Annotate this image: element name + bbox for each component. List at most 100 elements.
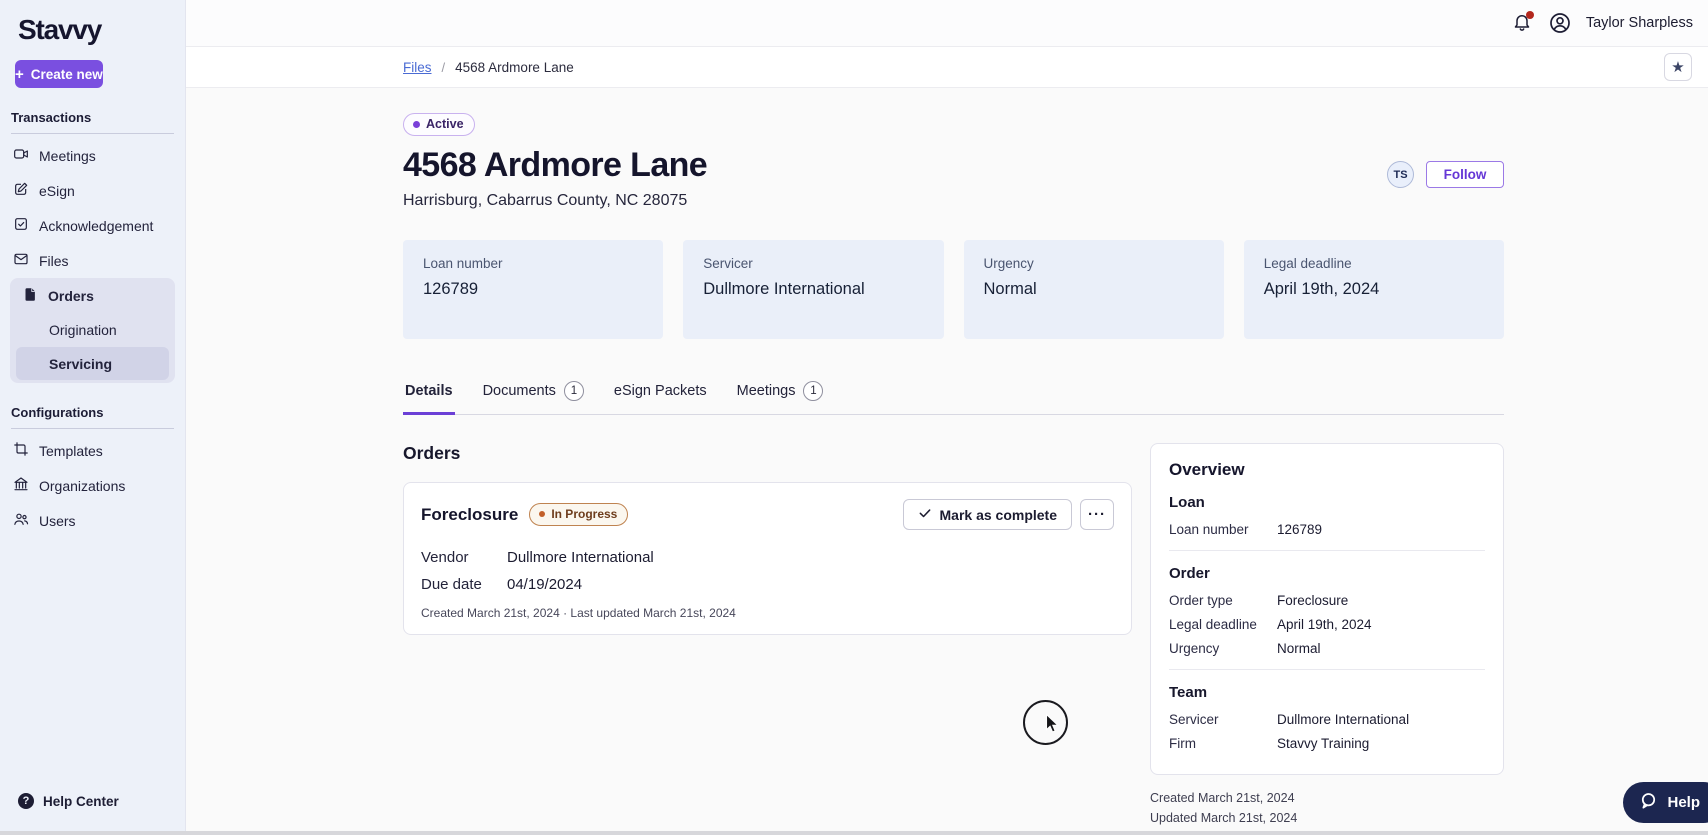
bank-building-icon <box>13 476 29 495</box>
row-label: Vendor <box>421 549 469 566</box>
checkbox-icon <box>13 216 29 235</box>
notifications-bell-icon[interactable] <box>1512 11 1534 34</box>
sidebar-item-acknowledgement[interactable]: Acknowledgement <box>0 208 185 243</box>
status-badge: Active <box>403 113 475 136</box>
file-header-right: TS Follow <box>1387 139 1504 210</box>
create-new-button[interactable]: + Create new <box>15 60 103 88</box>
tab-count-badge: 1 <box>563 381 584 401</box>
sidebar-orders-group: Orders Origination Servicing <box>10 278 175 383</box>
page-subtitle: Harrisburg, Cabarrus County, NC 28075 <box>403 192 688 209</box>
order-vendor-row: Vendor Dullmore International <box>421 549 1114 566</box>
mark-as-complete-label: Mark as complete <box>939 506 1058 523</box>
sidebar-item-files[interactable]: Files <box>0 243 185 278</box>
sidebar-item-origination[interactable]: Origination <box>10 313 175 346</box>
overview-heading: Overview <box>1169 460 1245 479</box>
divider <box>11 133 174 134</box>
help-button[interactable]: Help <box>1623 782 1708 823</box>
follower-avatar[interactable]: TS <box>1387 161 1414 188</box>
overview-section-title: Loan <box>1169 494 1205 511</box>
row-label: Order type <box>1169 593 1233 608</box>
video-camera-icon <box>13 146 29 165</box>
legal-deadline-card: Legal deadline April 19th, 2024 <box>1243 240 1504 339</box>
summary-cards: Loan number 126789 Servicer Dullmore Int… <box>403 240 1504 339</box>
loan-number-card: Loan number 126789 <box>403 240 664 339</box>
tab-documents[interactable]: Documents 1 <box>481 381 586 415</box>
sidebar-item-servicing[interactable]: Servicing <box>16 347 169 380</box>
sidebar-item-users[interactable]: Users <box>0 503 185 538</box>
configurations-heading: Configurations <box>11 405 104 420</box>
stavvy-logo: Stavvy <box>18 14 102 45</box>
card-label: Loan number <box>423 256 503 271</box>
card-value: Dullmore International <box>703 280 865 298</box>
overview-row: Urgency Normal <box>1169 641 1485 656</box>
divider <box>11 428 174 429</box>
row-value: Dullmore International <box>507 549 654 566</box>
user-name[interactable]: Taylor Sharpless <box>1586 15 1693 31</box>
tab-bar: Details Documents 1 eSign Packets Meetin… <box>403 381 1504 415</box>
row-value: 126789 <box>1277 522 1323 537</box>
order-due-date-row: Due date 04/19/2024 <box>421 576 1114 593</box>
order-status-badge: In Progress <box>529 503 629 526</box>
overview-column: Overview Loan Loan number 126789 Order O… <box>1150 443 1504 828</box>
breadcrumb-files-link[interactable]: Files <box>403 60 432 75</box>
sidebar: Stavvy + Create new Transactions Meeting… <box>0 0 186 835</box>
tab-details[interactable]: Details <box>403 381 455 415</box>
tab-meetings[interactable]: Meetings 1 <box>735 381 826 415</box>
row-label: Firm <box>1169 736 1196 751</box>
check-icon <box>918 506 932 523</box>
sidebar-item-label: Users <box>39 512 76 529</box>
row-value: Foreclosure <box>1277 593 1349 608</box>
overview-row: Legal deadline April 19th, 2024 <box>1169 617 1485 632</box>
page-content: Active 4568 Ardmore Lane Harrisburg, Cab… <box>186 88 1708 828</box>
ellipsis-icon: ··· <box>1088 506 1106 523</box>
overview-loan-section: Loan Loan number 126789 <box>1169 494 1485 537</box>
breadcrumb: Files / 4568 Ardmore Lane ★ <box>186 47 1708 88</box>
order-card-foreclosure: Foreclosure In Progress Mark as complete… <box>403 482 1132 635</box>
notification-dot <box>1525 11 1534 19</box>
card-label: Servicer <box>703 256 753 271</box>
mark-as-complete-button[interactable]: Mark as complete <box>902 499 1072 530</box>
row-label: Due date <box>421 576 482 593</box>
configurations-section: Configurations Templates Organizations U… <box>0 405 185 538</box>
sidebar-item-organizations[interactable]: Organizations <box>0 468 185 503</box>
signature-pen-icon <box>13 181 29 200</box>
sidebar-item-orders[interactable]: Orders <box>10 279 175 313</box>
row-label: Loan number <box>1169 522 1249 537</box>
servicer-card: Servicer Dullmore International <box>683 240 944 339</box>
sidebar-item-label: Acknowledgement <box>39 217 154 234</box>
transactions-heading: Transactions <box>11 110 92 125</box>
card-label: Urgency <box>983 256 1034 271</box>
tab-count-badge: 1 <box>803 381 824 401</box>
order-timestamps: Created March 21st, 2024 · Last updated … <box>421 606 736 620</box>
help-center-link[interactable]: ? Help Center <box>18 793 119 809</box>
question-mark-icon: ? <box>18 793 34 809</box>
user-avatar-icon[interactable] <box>1548 11 1572 35</box>
orders-column: Orders Foreclosure In Progress Mark as c… <box>403 443 1132 635</box>
sidebar-item-label: Templates <box>39 442 103 459</box>
overview-team-section: Team Servicer Dullmore International Fir… <box>1169 684 1485 751</box>
file-timestamps: Created March 21st, 2024 Updated March 2… <box>1150 788 1504 828</box>
overview-row: Servicer Dullmore International <box>1169 712 1485 727</box>
favorite-star-button[interactable]: ★ <box>1664 53 1692 81</box>
divider <box>1169 669 1485 670</box>
overview-row: Firm Stavvy Training <box>1169 736 1485 751</box>
app-window: Stavvy + Create new Transactions Meeting… <box>0 0 1708 835</box>
create-new-label: Create new <box>30 66 103 82</box>
more-options-button[interactable]: ··· <box>1080 499 1114 530</box>
sidebar-item-templates[interactable]: Templates <box>0 433 185 468</box>
overview-row: Order type Foreclosure <box>1169 593 1485 608</box>
sidebar-item-esign[interactable]: eSign <box>0 173 185 208</box>
top-bar: Taylor Sharpless <box>186 0 1708 47</box>
follow-button[interactable]: Follow <box>1426 161 1504 188</box>
sidebar-item-label: eSign <box>39 182 75 199</box>
sidebar-item-meetings[interactable]: Meetings <box>0 138 185 173</box>
sidebar-item-label: Orders <box>48 288 94 304</box>
tab-esign-packets[interactable]: eSign Packets <box>612 381 709 415</box>
order-name: Foreclosure <box>421 504 519 524</box>
tab-label: eSign Packets <box>613 383 707 399</box>
row-value: 04/19/2024 <box>507 576 583 593</box>
order-details: Vendor Dullmore International Due date 0… <box>421 549 1114 593</box>
tab-label: Meetings <box>736 383 796 399</box>
row-label: Servicer <box>1169 712 1219 727</box>
plus-icon: + <box>15 65 24 83</box>
